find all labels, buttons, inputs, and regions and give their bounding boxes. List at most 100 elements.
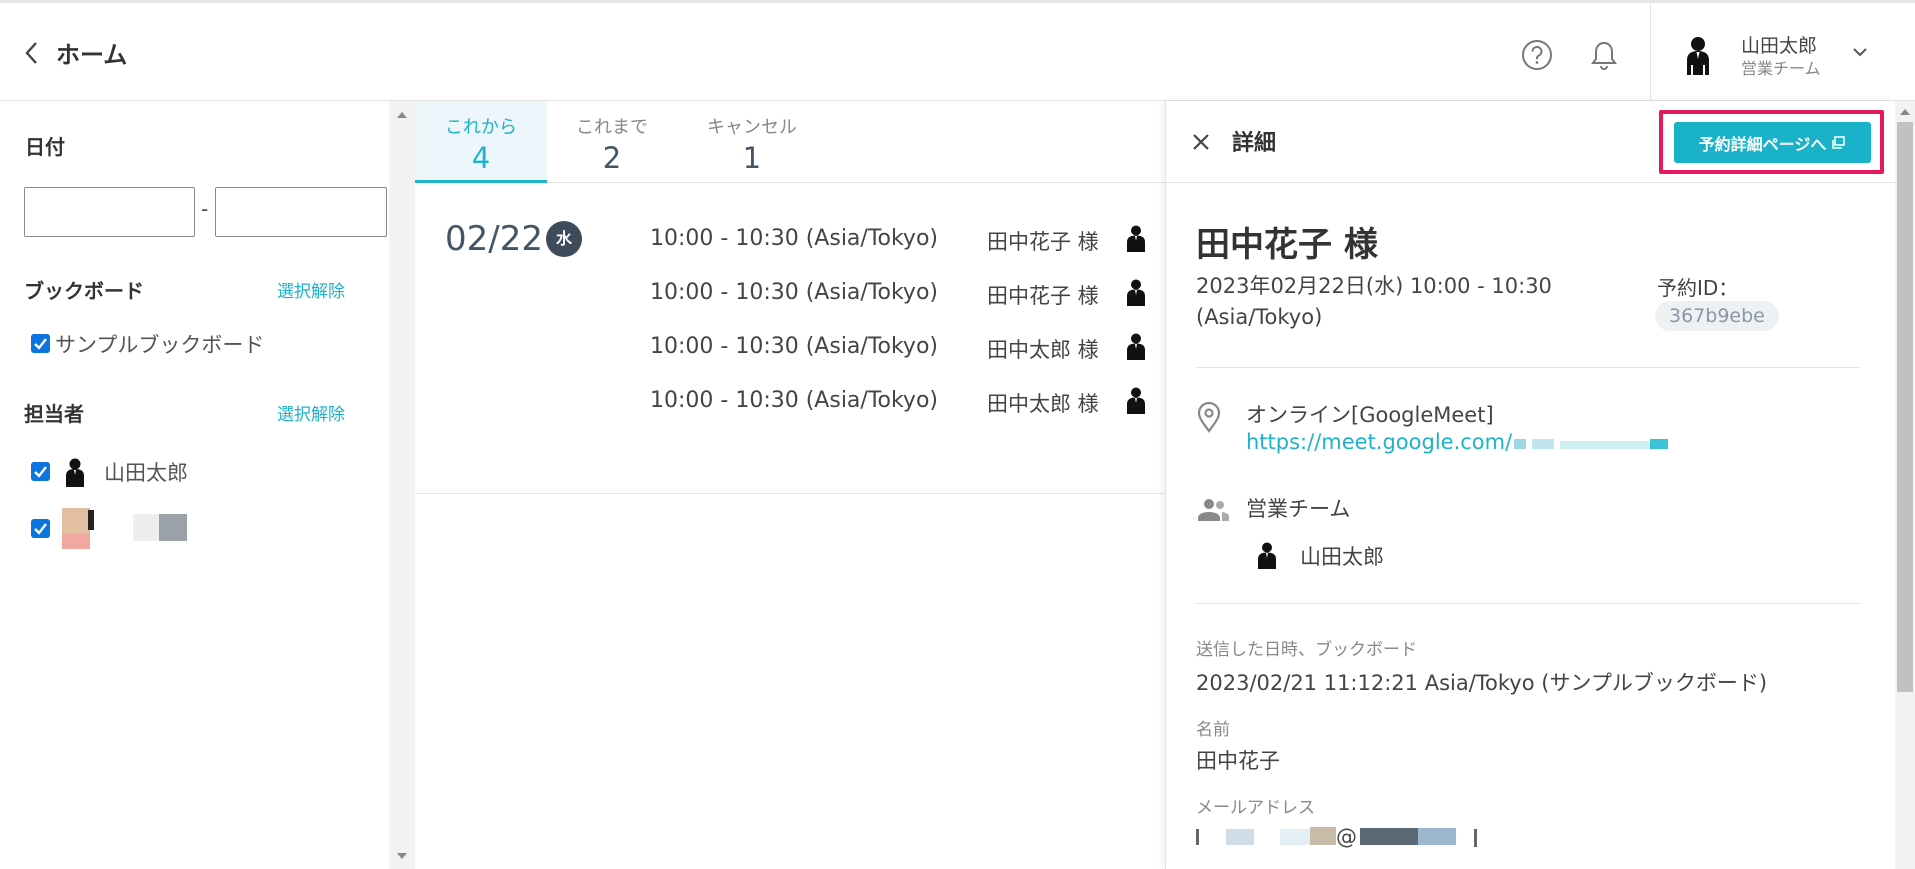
tab-count: 2 — [602, 141, 622, 175]
booking-list-panel: これから 4 これまで 2 キャンセル 1 02/22 水 10:00 - 10… — [415, 101, 1165, 869]
booking-time: 10:00 - 10:30 (Asia/Tokyo) — [650, 334, 938, 359]
person-icon — [1127, 387, 1145, 414]
location-pin-icon — [1197, 401, 1221, 433]
check-icon — [34, 523, 47, 535]
sidebar-scrollbar[interactable] — [389, 101, 415, 869]
bookboard-checkbox[interactable] — [31, 334, 50, 353]
name-field-value: 田中花子 — [1196, 749, 1280, 773]
redacted-avatar — [88, 510, 94, 530]
assignee-clear-link[interactable]: 選択解除 — [277, 400, 345, 425]
tab-label: キャンセル — [707, 117, 797, 138]
tab-label: これから — [445, 117, 517, 138]
redacted-link-part — [1532, 439, 1555, 449]
user-name[interactable]: 山田太郎 — [1741, 31, 1817, 58]
booking-row[interactable]: 10:00 - 10:30 (Asia/Tokyo) 田中太郎 様 — [415, 322, 1165, 372]
meeting-link-text: https://meet.google.com/ — [1246, 430, 1513, 454]
redacted-name — [159, 514, 187, 541]
booking-id-badge: 367b9ebe — [1655, 301, 1779, 331]
email-at-sign: @ — [1336, 825, 1357, 849]
scroll-down-icon[interactable] — [397, 853, 407, 859]
booking-time: 10:00 - 10:30 (Asia/Tokyo) — [650, 280, 938, 305]
tab-cancelled[interactable]: キャンセル 1 — [677, 101, 827, 183]
chevron-down-icon[interactable] — [1851, 45, 1869, 59]
booking-row[interactable]: 10:00 - 10:30 (Asia/Tokyo) 田中太郎 様 — [415, 376, 1165, 426]
detail-title: 詳細 — [1232, 131, 1277, 156]
booking-tabs: これから 4 これまで 2 キャンセル 1 — [415, 101, 1165, 183]
group-icon — [1198, 499, 1229, 521]
open-detail-page-label: 予約詳細ページへ — [1698, 134, 1827, 154]
booking-datetime: 2023年02月22日(水) 10:00 - 10:30 (Asia/Tokyo… — [1196, 271, 1596, 333]
open-detail-page-button[interactable]: 予約詳細ページへ — [1674, 122, 1871, 163]
tab-count: 1 — [742, 141, 762, 175]
booking-timezone-line: (Asia/Tokyo) — [1196, 305, 1323, 329]
redacted-email-part — [1310, 827, 1336, 845]
date-to-input[interactable] — [215, 187, 387, 237]
bookboard-clear-link[interactable]: 選択解除 — [277, 277, 345, 302]
booking-guest-name: 田中太郎 様 — [987, 392, 1099, 416]
booking-row[interactable]: 10:00 - 10:30 (Asia/Tokyo) 田中花子 様 — [415, 214, 1165, 264]
redacted-link-part — [1514, 439, 1527, 449]
redacted-link-part — [1650, 439, 1669, 449]
scroll-up-icon[interactable] — [397, 112, 407, 118]
redacted-avatar — [62, 534, 90, 549]
booking-time: 10:00 - 10:30 (Asia/Tokyo) — [650, 226, 938, 251]
location-type: オンライン[GoogleMeet] — [1246, 403, 1494, 427]
booking-datetime-line: 2023年02月22日(水) 10:00 - 10:30 — [1196, 274, 1552, 298]
user-menu-divider — [1650, 3, 1651, 101]
date-from-input[interactable] — [24, 187, 195, 237]
help-icon[interactable] — [1521, 39, 1553, 71]
redacted-email-part — [1360, 828, 1418, 845]
filter-sidebar: 日付 - ブックボード 選択解除 サンプルブックボード 担当者 選択解除 山田太… — [0, 101, 389, 869]
external-link-icon — [1832, 135, 1846, 149]
redacted-link-part — [1560, 441, 1651, 449]
sent-datetime-label: 送信した日時、ブックボード — [1196, 640, 1417, 660]
name-field-label: 名前 — [1196, 720, 1230, 740]
sent-datetime-value: 2023/02/21 11:12:21 Asia/Tokyo (サンプルブックボ… — [1196, 671, 1768, 695]
bell-icon[interactable] — [1589, 39, 1619, 71]
assignee-item-label: 山田太郎 — [104, 461, 188, 485]
detail-scrollbar-thumb[interactable] — [1897, 122, 1913, 692]
booking-row[interactable]: 10:00 - 10:30 (Asia/Tokyo) 田中花子 様 — [415, 268, 1165, 318]
top-bar: ホーム 山田太郎 営業チーム — [0, 0, 1915, 101]
redacted-email-part — [1196, 829, 1199, 845]
team-member-name: 山田太郎 — [1300, 545, 1384, 569]
list-divider — [415, 493, 1165, 494]
person-icon — [1127, 333, 1145, 360]
tab-past[interactable]: これまで 2 — [547, 101, 677, 183]
section-divider — [1196, 367, 1860, 368]
booking-detail-panel: 詳細 予約詳細ページへ 田中花子 様 2023年02月22日(水) 10:00 … — [1165, 101, 1896, 869]
avatar[interactable] — [1683, 35, 1713, 75]
date-filter-label: 日付 — [25, 135, 65, 159]
assignee-checkbox[interactable] — [31, 519, 50, 538]
redacted-email-part — [1226, 829, 1254, 845]
chevron-left-icon — [25, 41, 37, 64]
meeting-link[interactable]: https://meet.google.com/ — [1246, 430, 1669, 454]
person-icon — [1127, 225, 1145, 252]
email-field-value: @ — [1196, 825, 1496, 849]
back-button[interactable]: ホーム — [22, 35, 127, 70]
scroll-up-icon[interactable] — [1900, 109, 1910, 115]
bookboard-filter-label: ブックボード — [24, 279, 144, 303]
redacted-name — [133, 514, 159, 541]
close-icon[interactable] — [1190, 131, 1212, 153]
team-name: 営業チーム — [1246, 497, 1351, 521]
user-team: 営業チーム — [1741, 59, 1821, 78]
tab-count: 4 — [471, 141, 491, 175]
booking-id-label: 予約ID： — [1657, 276, 1739, 300]
bookboard-item-label: サンプルブックボード — [55, 333, 265, 357]
tab-label: これまで — [576, 117, 648, 138]
redacted-email-part — [1474, 829, 1477, 847]
booking-time: 10:00 - 10:30 (Asia/Tokyo) — [650, 388, 938, 413]
detail-header: 詳細 予約詳細ページへ — [1166, 101, 1896, 183]
booking-guest-name: 田中花子 様 — [987, 230, 1099, 254]
redacted-email-part — [1418, 828, 1456, 845]
page-title: ホーム — [56, 41, 128, 69]
guest-name-heading: 田中花子 様 — [1196, 225, 1378, 265]
tab-upcoming[interactable]: これから 4 — [415, 101, 547, 183]
assignee-checkbox[interactable] — [31, 462, 50, 481]
assignee-filter-label: 担当者 — [24, 402, 84, 426]
date-separator: - — [201, 197, 209, 221]
section-divider — [1196, 603, 1860, 604]
person-icon — [66, 458, 84, 487]
redacted-email-part — [1280, 829, 1310, 845]
